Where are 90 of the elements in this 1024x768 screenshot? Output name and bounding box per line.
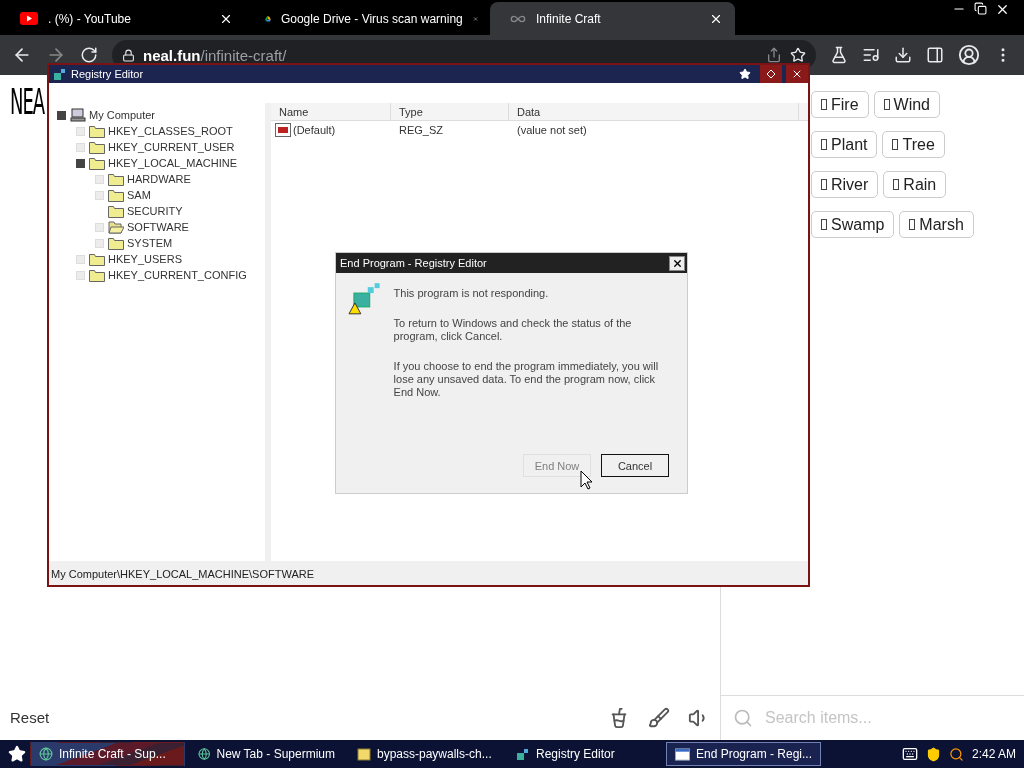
column-header[interactable]: Type: [391, 103, 509, 120]
profile-icon[interactable]: [958, 44, 980, 66]
dialog-button[interactable]: Cancel: [601, 454, 669, 477]
table-cell: (Default): [271, 123, 391, 137]
tree-item[interactable]: HARDWARE: [57, 171, 265, 187]
tree-item[interactable]: HKEY_CLASSES_ROOT: [57, 123, 265, 139]
folder-icon: [108, 188, 124, 202]
status-bar: My Computer\HKEY_LOCAL_MACHINE\SOFTWARE: [49, 563, 808, 585]
item-chip[interactable]: Rain: [883, 171, 947, 198]
tree-item[interactable]: SECURITY: [57, 203, 265, 219]
taskbar-button[interactable]: End Program - Regi...: [666, 742, 821, 766]
registry-icon: [516, 747, 530, 761]
close-icon[interactable]: [995, 2, 1010, 17]
warning-blocks-icon: [348, 283, 382, 315]
clock: 2:42 AM: [971, 747, 1016, 761]
folder-icon: [89, 140, 105, 154]
mouse-cursor-icon: [580, 470, 594, 490]
folder-icon: [108, 172, 124, 186]
taskbar-button[interactable]: bypass-paywalls-ch...: [348, 742, 503, 766]
window-icon: [675, 747, 690, 761]
string-value-icon: [275, 123, 291, 137]
tree-item[interactable]: HKEY_CURRENT_USER: [57, 139, 265, 155]
item-chip[interactable]: Swamp: [811, 211, 895, 238]
window-title: Registry Editor: [71, 68, 145, 80]
column-header[interactable]: Name: [271, 103, 391, 120]
table-cell-text: (value not set): [516, 124, 588, 136]
computer-icon: [70, 108, 86, 122]
table-cell-text: REG_SZ: [398, 124, 444, 136]
search-icon: [733, 708, 753, 728]
site-logo[interactable]: NEA: [10, 81, 45, 122]
reload-icon[interactable]: [80, 46, 98, 64]
tree-item[interactable]: HKEY_USERS: [57, 251, 265, 267]
browser-tab[interactable]: . (%) - YouTube: [0, 2, 245, 35]
dialog-title: End Program - Registry Editor: [340, 257, 487, 269]
column-header[interactable]: Data: [509, 103, 799, 120]
folder-icon: [89, 124, 105, 138]
restore-icon[interactable]: [974, 2, 987, 15]
flask-icon[interactable]: [830, 46, 848, 64]
tree-item[interactable]: HKEY_LOCAL_MACHINE: [57, 155, 265, 171]
dialog-message: To return to Windows and check the status of the program, click Cancel.: [393, 317, 633, 343]
shield-icon[interactable]: [925, 746, 941, 762]
pin-button[interactable]: [760, 65, 782, 83]
tree-item[interactable]: SYSTEM: [57, 235, 265, 251]
brush-icon[interactable]: [648, 706, 670, 729]
folder-icon: [357, 747, 371, 761]
search-field[interactable]: Search items...: [763, 708, 1012, 728]
open-folder-icon: [108, 220, 124, 234]
taskbar-button[interactable]: New Tab - Supermium: [189, 742, 344, 766]
dialog-message: This program is not responding.: [393, 287, 550, 300]
search-icon[interactable]: [948, 746, 964, 762]
item-chip[interactable]: Fire: [811, 91, 869, 118]
folder-icon: [108, 236, 124, 250]
browser-tab[interactable]: Infinite Craft: [490, 2, 735, 35]
download-icon[interactable]: [894, 46, 912, 64]
tree-item[interactable]: My Computer: [57, 107, 265, 123]
side-panel-icon[interactable]: [926, 46, 944, 64]
folder-icon: [89, 156, 105, 170]
taskbar-button[interactable]: Registry Editor: [507, 742, 662, 766]
tree-item[interactable]: SOFTWARE: [57, 219, 265, 235]
star-icon: [739, 68, 751, 80]
media-list-icon[interactable]: [862, 46, 880, 64]
close-button[interactable]: [786, 65, 808, 83]
share-icon[interactable]: [766, 47, 782, 63]
folder-icon: [89, 252, 105, 266]
close-button[interactable]: [669, 255, 685, 271]
tree-item[interactable]: HKEY_CURRENT_CONFIG: [57, 267, 265, 283]
browser-tab[interactable]: Google Drive - Virus scan warning: [245, 2, 490, 35]
registry-icon: [53, 67, 67, 81]
close-icon: [671, 257, 683, 269]
start-star-icon[interactable]: [8, 745, 26, 763]
url-text: neal.fun/infinite-craft/: [143, 46, 287, 64]
reset-link[interactable]: Reset: [10, 709, 50, 726]
bookmark-star-icon[interactable]: [790, 47, 806, 63]
item-chip[interactable]: Plant: [811, 131, 878, 158]
item-chip[interactable]: River: [811, 171, 879, 198]
lock-icon: [122, 48, 135, 62]
diamond-icon: [766, 69, 776, 79]
folder-icon: [108, 204, 124, 218]
tree-item[interactable]: SAM: [57, 187, 265, 203]
close-icon: [791, 68, 803, 80]
taskbar-button[interactable]: Infinite Craft - Sup...: [30, 742, 185, 766]
item-chip[interactable]: Marsh: [899, 211, 974, 238]
dialog-message: If you choose to end the program immediately, you will lose any unsaved data. To end the program now, click End Now.: [393, 360, 660, 399]
item-chip[interactable]: Tree: [882, 131, 945, 158]
video-icon: [20, 12, 38, 25]
keyboard-icon[interactable]: [901, 746, 918, 762]
item-chip[interactable]: Wind: [873, 91, 940, 118]
globe-icon: [198, 747, 211, 761]
globe-icon: [39, 747, 53, 761]
folder-icon: [89, 268, 105, 282]
